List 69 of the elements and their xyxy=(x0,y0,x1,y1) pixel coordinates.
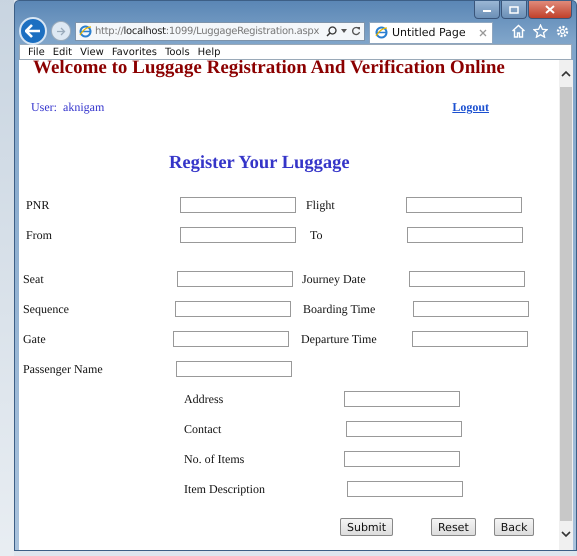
back-button[interactable] xyxy=(19,17,47,45)
text-field[interactable] xyxy=(180,227,296,243)
scroll-up-icon[interactable] xyxy=(561,70,571,77)
globe-icon xyxy=(79,24,92,38)
maximize-button[interactable] xyxy=(501,1,527,19)
field-label: No. of Items xyxy=(184,452,246,466)
text-field[interactable] xyxy=(347,481,463,497)
text-field[interactable] xyxy=(173,331,289,347)
field-label: Flight xyxy=(306,198,336,212)
back-arrow-icon xyxy=(25,24,41,38)
field-label: Address xyxy=(184,392,224,406)
field-label: Boarding Time xyxy=(303,302,376,316)
user-name: aknigam xyxy=(63,100,104,115)
form-button[interactable]: Submit xyxy=(340,518,394,536)
field-label: Journey Date xyxy=(302,272,367,286)
form-title: Register Your Luggage xyxy=(169,153,351,174)
text-field[interactable] xyxy=(409,271,525,287)
text-field[interactable] xyxy=(346,421,462,437)
url-text: http://localhost:1099/LuggageRegistration.aspx xyxy=(95,26,320,36)
field-label: Gate xyxy=(23,332,47,346)
text-field[interactable] xyxy=(176,361,292,377)
text-field[interactable] xyxy=(413,301,529,317)
close-tab-icon[interactable] xyxy=(479,28,487,36)
close-button[interactable] xyxy=(528,1,572,19)
forward-button[interactable] xyxy=(51,21,71,41)
menu-item[interactable]: Tools xyxy=(161,46,194,58)
menu-item[interactable]: View xyxy=(76,46,108,58)
dropdown-caret-icon[interactable] xyxy=(341,29,347,33)
field-label: From xyxy=(26,228,54,242)
field-label: Sequence xyxy=(23,302,70,316)
minimize-button[interactable] xyxy=(474,1,500,19)
menu-item[interactable]: File xyxy=(24,46,49,58)
field-label: Departure Time xyxy=(301,332,378,346)
text-field[interactable] xyxy=(180,197,296,213)
text-field[interactable] xyxy=(175,301,291,317)
refresh-icon[interactable] xyxy=(351,26,361,36)
search-icon[interactable] xyxy=(326,26,337,36)
field-label: To xyxy=(309,228,324,242)
scroll-down-icon[interactable] xyxy=(561,531,571,538)
text-field[interactable] xyxy=(344,391,460,407)
home-icon[interactable] xyxy=(511,24,526,38)
text-field[interactable] xyxy=(177,271,293,287)
forward-arrow-icon xyxy=(56,26,66,36)
scrollbar-thumb[interactable] xyxy=(560,87,572,521)
scrollbar[interactable] xyxy=(559,60,573,550)
menu-item[interactable]: Favorites xyxy=(108,46,162,58)
menu-item[interactable]: Help xyxy=(194,46,224,58)
text-field[interactable] xyxy=(406,197,522,213)
logout-link[interactable]: Logout xyxy=(452,100,489,115)
tab-title: Untitled Page xyxy=(392,26,466,39)
field-label: Contact xyxy=(184,422,222,436)
form-button[interactable]: Back xyxy=(494,518,534,536)
form-button[interactable]: Reset xyxy=(431,518,476,536)
globe-icon xyxy=(375,26,388,39)
field-label: PNR xyxy=(26,198,50,212)
text-field[interactable] xyxy=(344,451,460,467)
field-label: Passenger Name xyxy=(23,362,104,376)
maximize-icon xyxy=(509,6,519,14)
close-icon xyxy=(545,5,555,14)
settings-icon[interactable] xyxy=(555,24,570,38)
user-label: User: xyxy=(31,100,57,115)
text-field[interactable] xyxy=(412,331,528,347)
menu-item[interactable]: Edit xyxy=(48,46,76,58)
field-label: Seat xyxy=(23,272,45,286)
browser-tab[interactable]: Untitled Page xyxy=(369,22,493,44)
star-icon[interactable] xyxy=(533,24,548,38)
text-field[interactable] xyxy=(407,227,523,243)
address-bar[interactable]: http://localhost:1099/LuggageRegistration.aspx xyxy=(75,22,365,40)
field-label: Item Description xyxy=(184,482,266,496)
